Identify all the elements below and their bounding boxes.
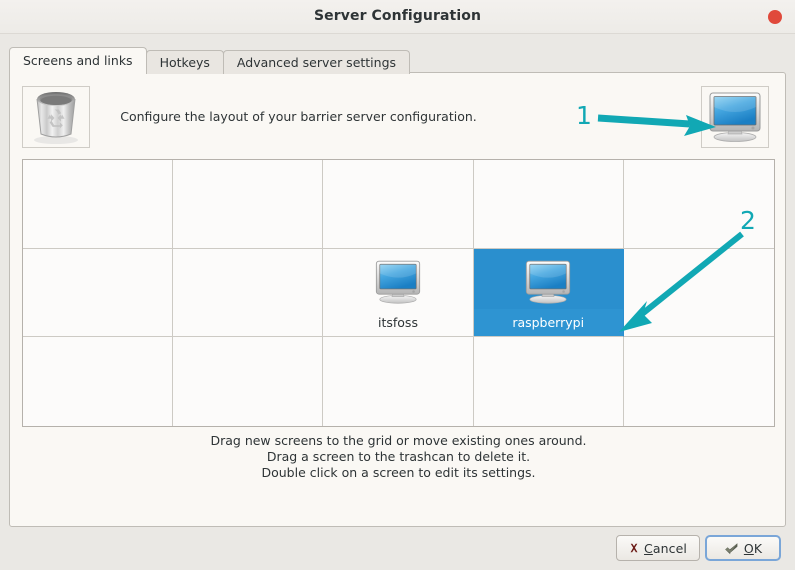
monitor-icon [519,256,577,308]
grid-cell-r3c3[interactable] [323,337,474,426]
grid-cell-r2c5[interactable] [623,249,774,338]
screen-raspberrypi[interactable]: raspberrypi [473,249,623,337]
screen-layout-grid[interactable]: itsfoss raspberrypi [22,159,775,427]
grid-cell-r3c2[interactable] [173,337,324,426]
grid-cell-r1c2[interactable] [173,160,324,249]
grid-cell-r1c5[interactable] [623,160,774,249]
cancel-button-label: Cancel [644,540,687,556]
screen-itsfoss[interactable]: itsfoss [323,249,472,337]
apply-check-icon [725,543,738,555]
grid-cell-r1c4[interactable] [473,160,624,249]
screens-and-links-panel: Configure the layout of your barrier ser… [9,72,786,527]
panel-instruction-text: Configure the layout of your barrier ser… [120,109,477,124]
tab-screens-and-links[interactable]: Screens and links [9,47,147,74]
monitor-icon [709,92,761,142]
screen-label-raspberrypi: raspberrypi [473,309,623,337]
instruction-line-3: Double click on a screen to edit its set… [261,465,536,480]
new-screen-source[interactable] [701,86,769,148]
grid-cell-r2c1[interactable] [23,248,174,338]
ok-button[interactable]: OK [705,535,781,561]
window-title: Server Configuration [313,8,482,24]
screen-label-itsfoss: itsfoss [378,315,418,331]
instruction-line-1: Drag new screens to the grid or move exi… [210,433,587,448]
grid-cell-r3c5[interactable] [624,337,774,426]
grid-cell-r2c2[interactable] [173,248,324,338]
cancel-button[interactable]: Cancel [616,535,700,561]
tab-bar: Screens and links Hotkeys Advanced serve… [9,47,411,74]
grid-cell-r3c4[interactable] [474,337,624,426]
tab-hotkeys[interactable]: Hotkeys [145,50,224,74]
close-icon[interactable] [768,10,782,24]
grid-cell-r1c3[interactable] [323,160,474,249]
server-configuration-window: Server Configuration Screens and links H… [0,0,795,570]
usage-instructions: Drag new screens to the grid or move exi… [10,433,787,481]
ok-button-label: OK [743,540,763,556]
grid-cell-r1c1[interactable] [23,160,174,249]
tab-advanced-server-settings[interactable]: Advanced server settings [222,50,411,74]
title-bar: Server Configuration [0,0,795,34]
grid-cell-r2c4[interactable]: raspberrypi [473,248,624,338]
instruction-line-2: Drag a screen to the trashcan to delete … [266,449,531,464]
grid-cell-r3c1[interactable] [23,337,174,426]
grid-cell-r2c3[interactable]: itsfoss [323,248,474,338]
monitor-icon [369,256,427,308]
cancel-x-icon [630,543,638,553]
